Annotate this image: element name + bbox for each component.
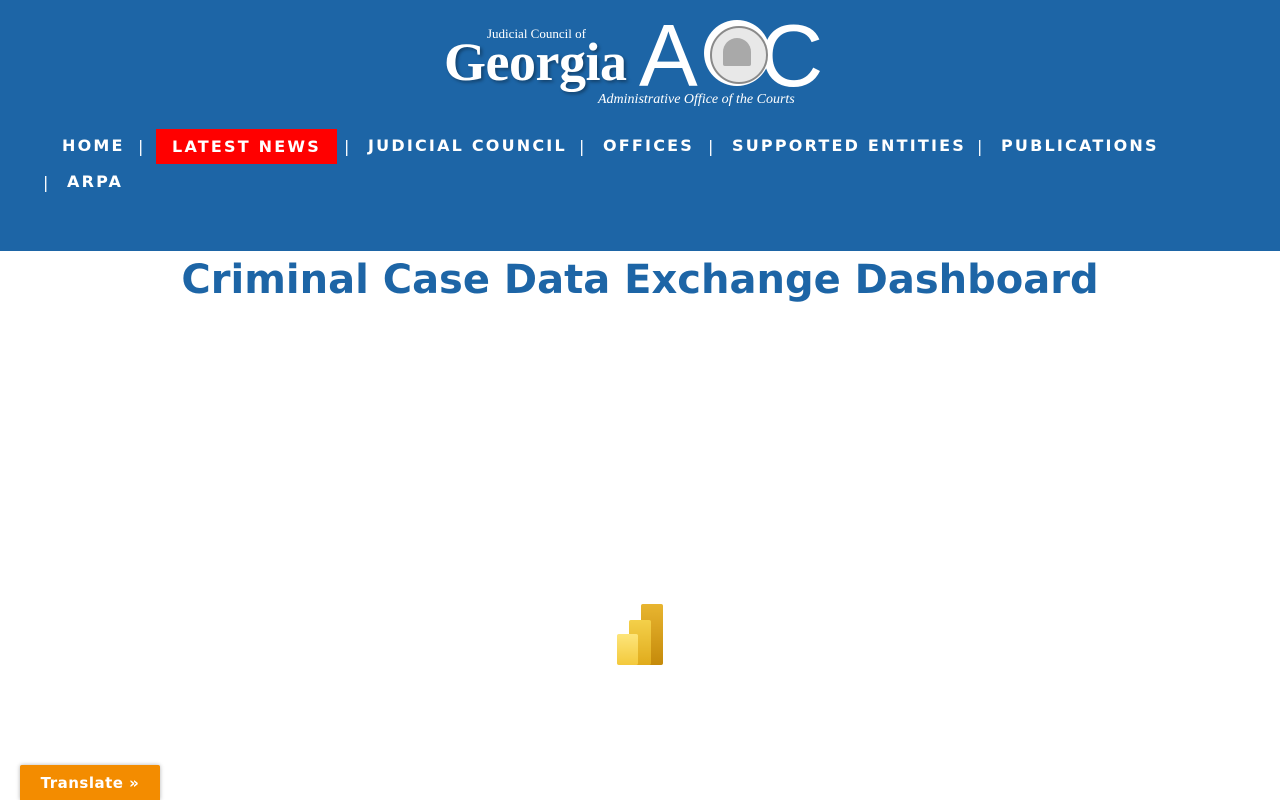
nav-separator: | (977, 137, 983, 156)
nav-separator: | (579, 137, 585, 156)
power-bi-loading-icon (617, 603, 664, 665)
nav-arpa[interactable]: ARPA (67, 172, 123, 192)
georgia-seal-icon (704, 20, 770, 86)
nav-latest-news[interactable]: LATEST NEWS (156, 129, 337, 164)
nav-separator: | (43, 173, 49, 192)
nav-publications[interactable]: PUBLICATIONS (1001, 136, 1159, 156)
nav-judicial-council[interactable]: JUDICIAL COUNCIL (368, 136, 567, 156)
page-title: Criminal Case Data Exchange Dashboard (181, 257, 1099, 303)
site-header: Judicial Council of Georgia AC Administr… (0, 0, 1280, 251)
nav-separator: | (138, 137, 144, 156)
georgia-aoc-logo[interactable]: Judicial Council of Georgia AC Administr… (440, 8, 840, 114)
logo-tagline: Administrative Office of the Courts (598, 92, 795, 107)
nav-separator: | (344, 137, 350, 156)
nav-separator: | (708, 137, 714, 156)
power-bi-bar-short (617, 634, 638, 665)
translate-button[interactable]: Translate » (20, 765, 160, 800)
logo-georgia-text: Georgia (444, 32, 627, 92)
nav-home[interactable]: HOME (62, 136, 125, 156)
nav-supported-entities[interactable]: SUPPORTED ENTITIES (732, 136, 966, 156)
nav-offices[interactable]: OFFICES (603, 136, 694, 156)
